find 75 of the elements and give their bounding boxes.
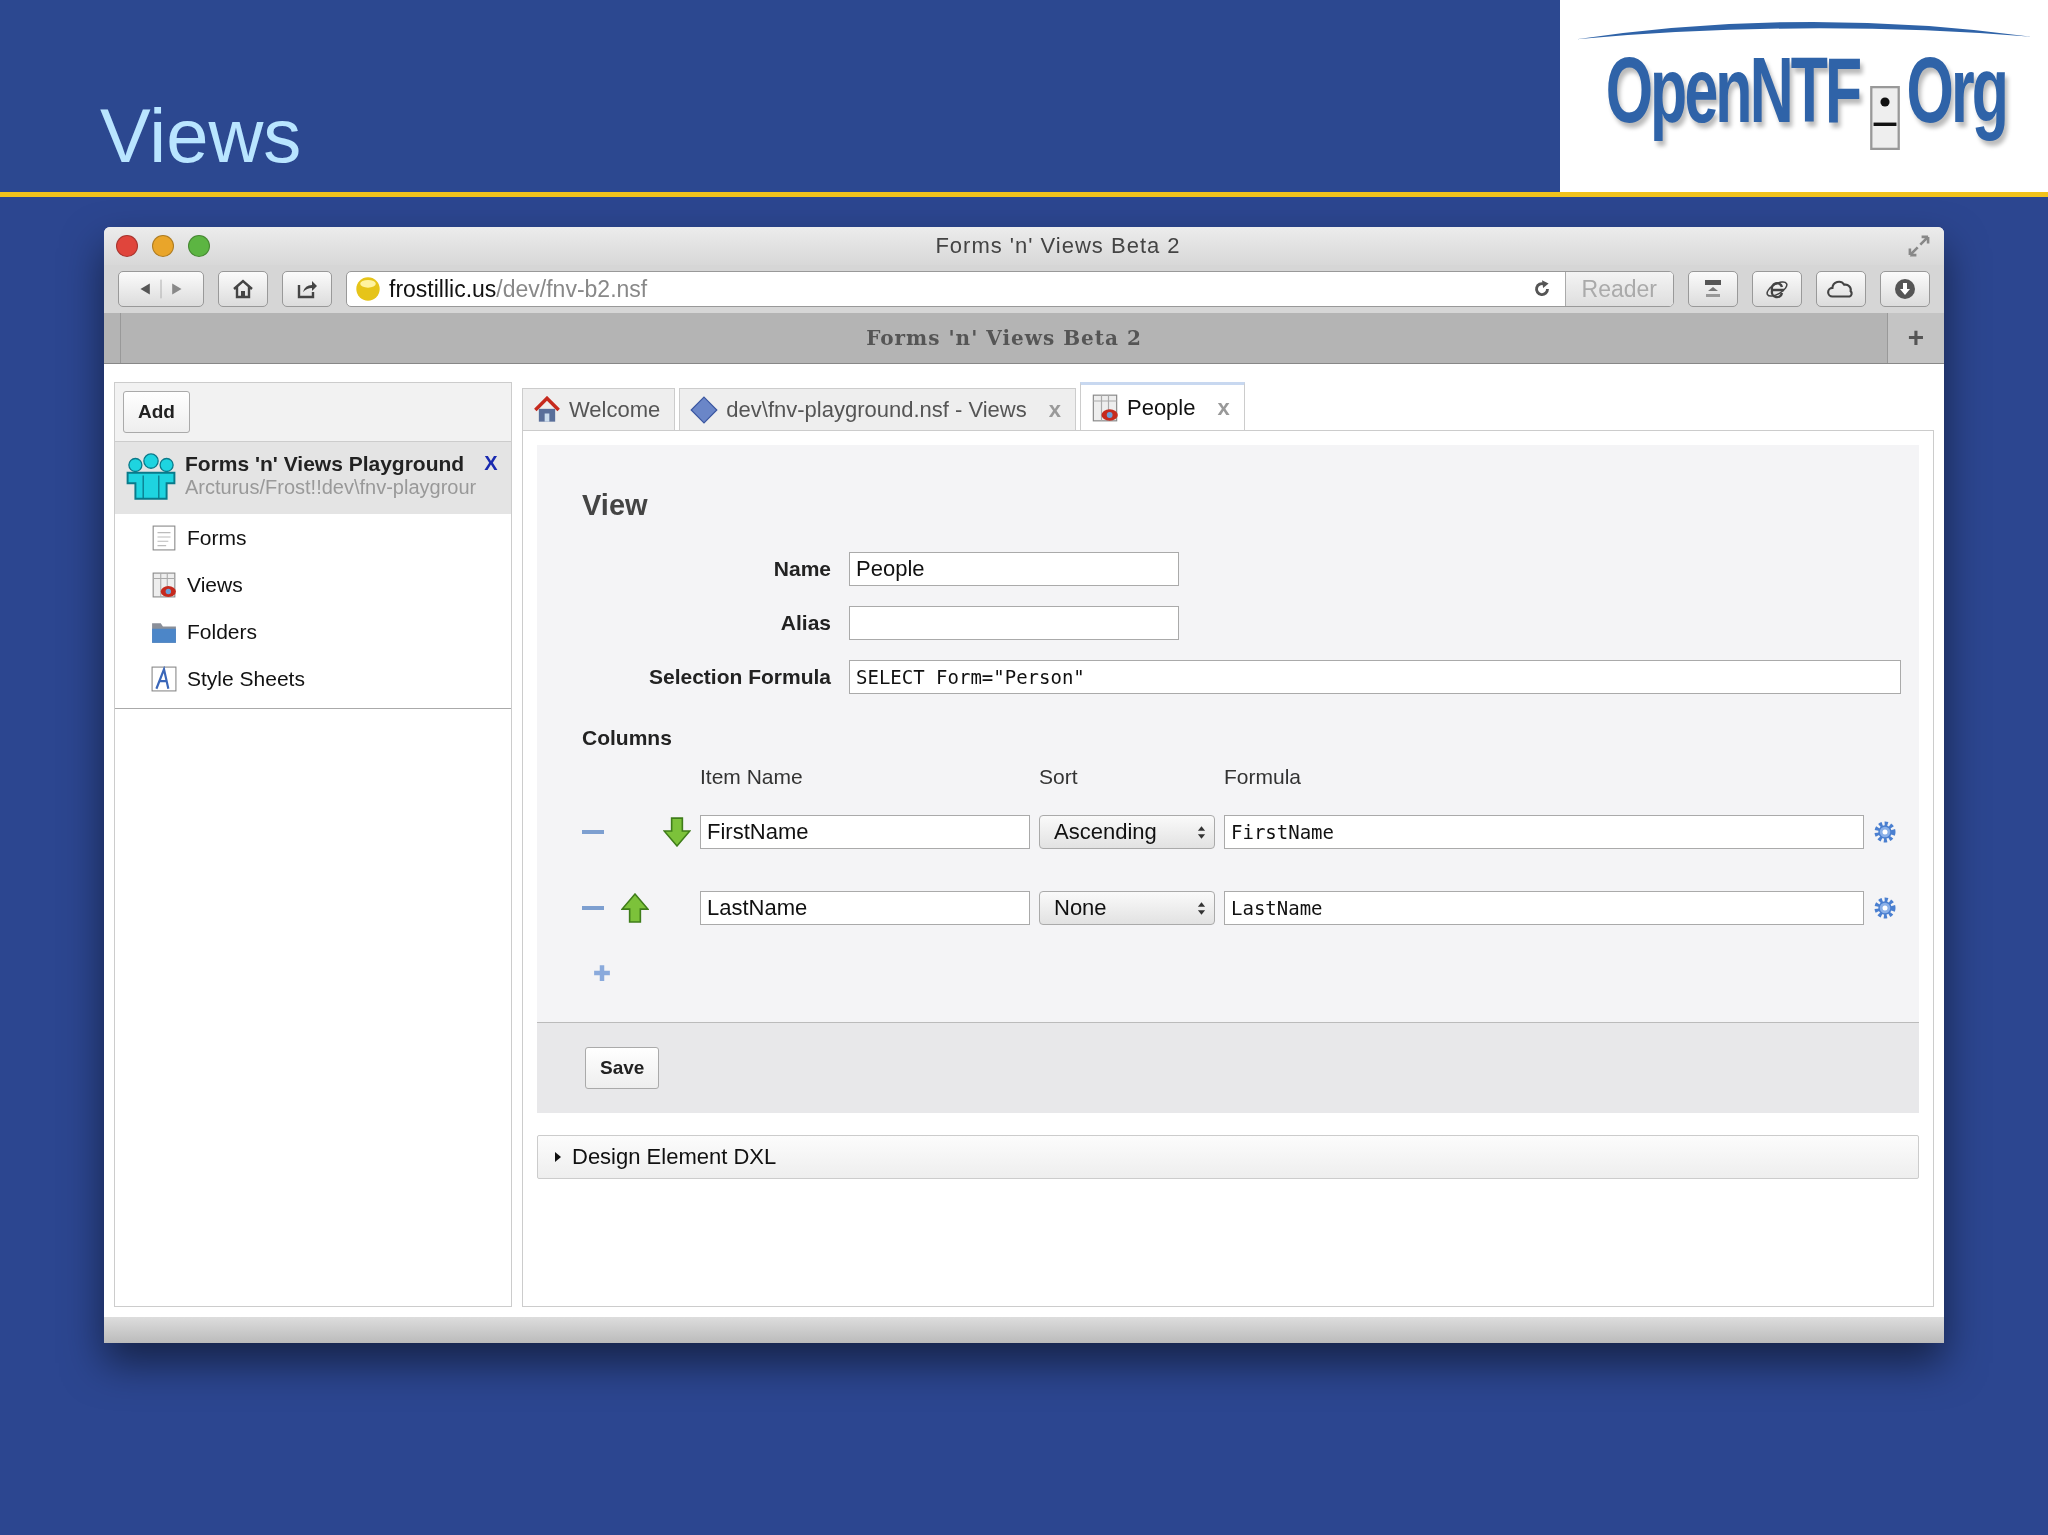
section-title: Design Element DXL: [572, 1144, 777, 1170]
cloud-button[interactable]: [1816, 271, 1866, 307]
sidebar-item-label: Forms: [187, 525, 247, 550]
tab-label: Welcome: [569, 396, 661, 423]
home-icon: [231, 277, 255, 301]
column-header: Sort: [1039, 765, 1079, 789]
formula-field[interactable]: FirstName: [1224, 815, 1864, 849]
tab-label: People: [1126, 394, 1196, 421]
diamond-icon: [690, 395, 719, 424]
field-label: Name: [772, 557, 831, 581]
tab[interactable]: dev\fnv-playground.nsf - Views x: [679, 388, 1076, 430]
sidebar-item[interactable]: Folders: [115, 608, 511, 655]
column-header: Item Name: [700, 765, 804, 789]
back-forward-button[interactable]: [118, 271, 204, 307]
stepper-icon: [1197, 900, 1206, 916]
field-label: Alias: [779, 611, 831, 635]
address-field[interactable]: frostillic.us/dev/fnv-b2.nsf Reader: [346, 271, 1674, 307]
tab[interactable]: Welcome: [522, 388, 676, 430]
browser-button[interactable]: [1752, 271, 1802, 307]
site-icon: [355, 276, 381, 302]
sort-select[interactable]: None: [1039, 891, 1215, 925]
database-path: Arcturus/Frost!!dev\fnv-playgrour: [185, 476, 477, 499]
text-field[interactable]: People: [849, 552, 1179, 586]
home-button[interactable]: [218, 271, 268, 307]
dxl-section-header[interactable]: Design Element DXL: [537, 1135, 1919, 1179]
up-arrow-icon[interactable]: [621, 893, 649, 923]
text-field[interactable]: [849, 606, 1179, 640]
down-arrow-icon[interactable]: [663, 817, 691, 847]
remove-icon[interactable]: [582, 829, 604, 835]
share-button[interactable]: [282, 271, 332, 307]
form-heading: View: [581, 488, 649, 523]
new-tab-button[interactable]: +: [1887, 313, 1944, 363]
sidebar-item-label: Views: [187, 572, 243, 597]
stepper-icon: [1197, 824, 1206, 840]
extension-button[interactable]: [1688, 271, 1738, 307]
add-button[interactable]: Add: [123, 391, 190, 433]
remove-icon[interactable]: [582, 905, 604, 911]
settings-icon[interactable]: [1873, 896, 1897, 920]
sort-select[interactable]: Ascending: [1039, 815, 1215, 849]
tab-label: dev\fnv-playground.nsf - Views: [726, 396, 1027, 423]
home-icon: [533, 395, 561, 424]
font-icon: [151, 665, 177, 692]
close-database-button[interactable]: X: [484, 452, 498, 475]
database-title: Forms 'n' Views Playground: [185, 452, 466, 476]
tab[interactable]: People x: [1079, 382, 1245, 430]
expand-icon: [554, 1151, 562, 1163]
settings-icon[interactable]: [1873, 820, 1897, 844]
fullscreen-icon[interactable]: [1906, 233, 1932, 259]
database-item[interactable]: Forms 'n' Views Playground Arcturus/Frost!!dev\fnv-playgrour X: [115, 442, 511, 514]
table-icon: [151, 571, 177, 598]
sidebar-item-label: Style Sheets: [187, 666, 305, 691]
document-icon: [151, 524, 177, 551]
sidebar-item[interactable]: Style Sheets: [115, 655, 511, 702]
table-icon: [1090, 393, 1119, 422]
text-field[interactable]: SELECT Form="Person": [849, 660, 1901, 694]
formula-field[interactable]: LastName: [1224, 891, 1864, 925]
minimize-icon[interactable]: [152, 235, 174, 257]
sidebar-item[interactable]: Views: [115, 561, 511, 608]
section-heading: Columns: [581, 725, 673, 751]
url-text: frostillic.us/dev/fnv-b2.nsf: [389, 275, 649, 303]
cloud-icon: [1826, 278, 1856, 300]
sidebar-item[interactable]: Forms: [115, 514, 511, 561]
sidebar-item-label: Folders: [187, 619, 258, 644]
zoom-icon[interactable]: [188, 235, 210, 257]
item-name-field[interactable]: FirstName: [700, 815, 1030, 849]
domino-icon: [1870, 86, 1901, 150]
download-button[interactable]: [1880, 271, 1930, 307]
column-header: Formula: [1224, 765, 1303, 789]
window-title: Forms 'n' Views Beta 2: [934, 233, 1182, 259]
close-icon[interactable]: [116, 235, 138, 257]
item-name-field[interactable]: LastName: [700, 891, 1030, 925]
save-button[interactable]: Save: [585, 1047, 660, 1089]
slide-title: Views: [99, 92, 302, 174]
download-icon: [1893, 277, 1917, 301]
field-label: Selection Formula: [647, 665, 831, 689]
